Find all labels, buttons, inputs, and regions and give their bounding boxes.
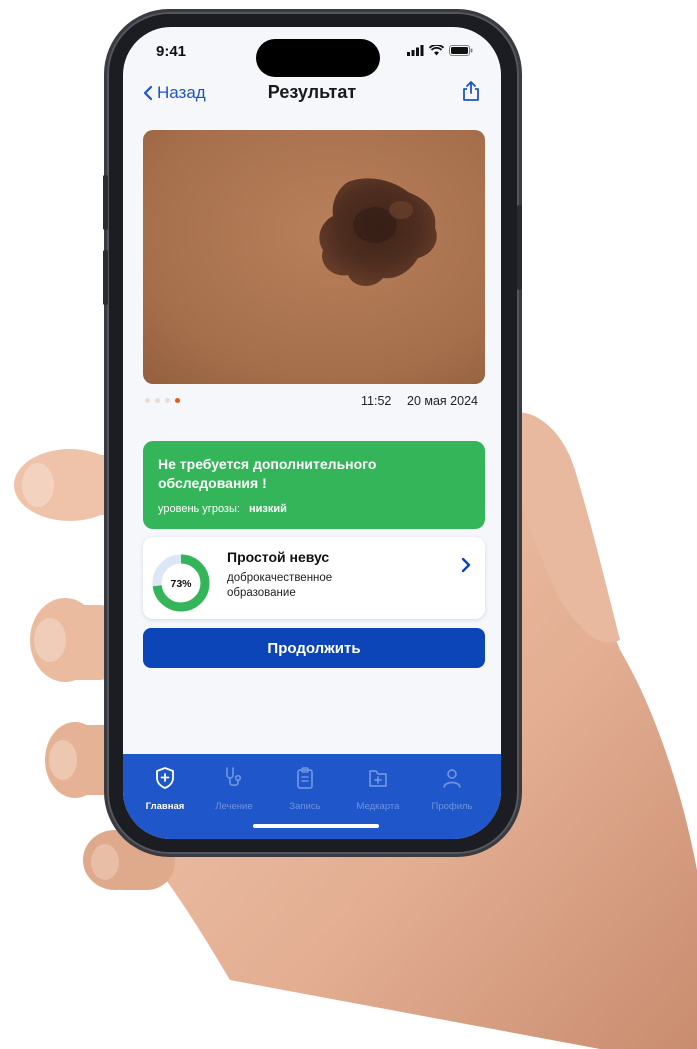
bottom-tab-bar: Главная Лечение Запись Медкарта Профиль	[123, 754, 501, 839]
medical-folder-icon	[369, 770, 387, 787]
probability-label: 73%	[170, 578, 192, 590]
capture-time: 11:52	[361, 394, 392, 408]
pagination-dot[interactable]	[165, 398, 170, 403]
status-time: 9:41	[156, 43, 187, 60]
stethoscope-icon	[226, 767, 242, 787]
phone-screen: 9:41 Назад Результат 11:52 20 мая 2024 Н…	[123, 27, 501, 839]
tab-label: Лечение	[215, 801, 253, 812]
tab-label: Медкарта	[356, 801, 400, 812]
pagination-dot-active[interactable]	[175, 398, 180, 403]
battery-icon	[449, 45, 473, 56]
capture-date: 20 мая 2024	[407, 394, 478, 408]
phone-power-button	[517, 205, 522, 290]
chevron-right-icon	[461, 557, 471, 573]
tab-label: Главная	[145, 801, 185, 812]
photo-pagination[interactable]	[145, 398, 180, 403]
clipboard-icon	[297, 767, 313, 789]
dynamic-island	[256, 39, 380, 77]
probability-donut: 73%	[152, 554, 210, 612]
lesion-image	[143, 130, 485, 384]
tab-home[interactable]: Главная	[130, 766, 200, 812]
tab-profile[interactable]: Профиль	[417, 766, 487, 812]
threat-value: низкий	[249, 503, 287, 515]
person-icon	[443, 769, 461, 788]
share-button[interactable]	[461, 80, 481, 107]
shield-plus-icon	[156, 767, 174, 789]
pagination-dot[interactable]	[145, 398, 150, 403]
phone-side-button	[103, 175, 108, 230]
tab-label: Профиль	[431, 801, 473, 812]
continue-button[interactable]: Продолжить	[143, 628, 485, 668]
tab-medical-record[interactable]: Медкарта	[343, 766, 413, 812]
pagination-dot[interactable]	[155, 398, 160, 403]
diagnosis-description: доброкачественное образование	[227, 572, 333, 599]
wifi-icon	[429, 45, 444, 56]
tab-label: Запись	[289, 801, 321, 812]
result-card: Не требуется дополнительного обследовани…	[143, 441, 485, 529]
skin-lesion-photo[interactable]	[143, 130, 485, 384]
phone-side-button	[103, 250, 108, 305]
signal-icon	[407, 45, 424, 56]
diagnosis-title: Простой невус	[227, 549, 330, 565]
threat-label: уровень угрозы:	[158, 503, 240, 515]
tab-appointment[interactable]: Запись	[270, 766, 340, 812]
result-title: Не требуется дополнительного обследовани…	[158, 456, 377, 491]
status-icons	[407, 45, 473, 56]
home-indicator	[253, 824, 379, 828]
share-icon	[463, 81, 479, 101]
diagnosis-card[interactable]: 73% Простой невус доброкачественное обра…	[143, 537, 485, 619]
page-title: Результат	[267, 82, 357, 102]
threat-level: уровень угрозы: низкий	[158, 503, 287, 515]
tab-treatment[interactable]: Лечение	[199, 766, 269, 812]
